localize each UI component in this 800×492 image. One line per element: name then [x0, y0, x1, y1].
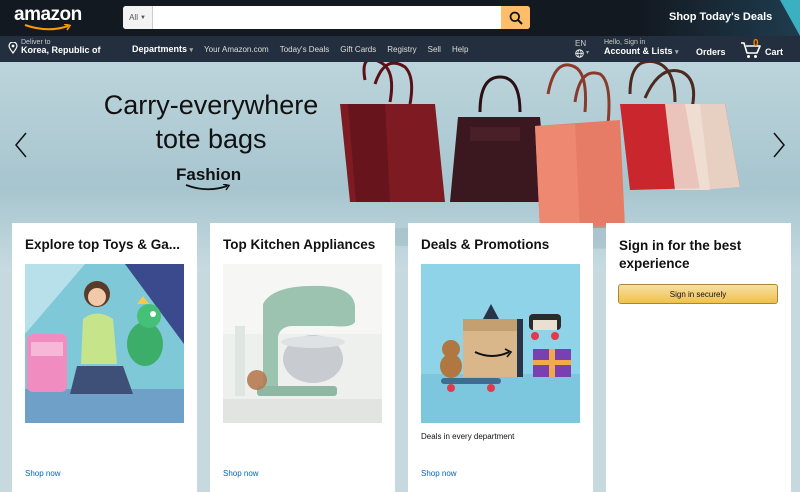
card-image-deals[interactable]	[421, 264, 580, 423]
search-category-dropdown[interactable]: All ▼	[123, 6, 153, 29]
nav-links: Departments ▾ Your Amazon.com Today's De…	[132, 44, 468, 54]
card-deals-promotions: Deals & Promotions Deals in every depart…	[408, 223, 593, 492]
promo-stripe-decoration	[780, 0, 800, 36]
account-lists-label: Account & Lists	[604, 45, 673, 56]
amazon-logo[interactable]: amazon	[14, 4, 84, 32]
card-toys-games: Explore top Toys & Ga... Shop now	[12, 223, 197, 492]
promo-text: Shop Today's Deals	[669, 11, 773, 23]
chevron-down-icon: ▾	[586, 49, 590, 56]
orders-link[interactable]: Orders	[696, 47, 726, 57]
search-button[interactable]	[501, 6, 530, 29]
signin-title: Sign in for the best experience	[619, 238, 742, 272]
deliver-to-location[interactable]: Deliver to Korea, Republic of	[8, 39, 101, 56]
card-image-toys[interactable]	[25, 264, 184, 423]
secondary-nav: Deliver to Korea, Republic of Department…	[0, 36, 800, 62]
hero-headline-line-2: tote bags	[155, 123, 267, 154]
deliver-location: Korea, Republic of	[21, 45, 101, 56]
search-bar: All ▼	[123, 6, 530, 29]
shop-now-link[interactable]: Shop now	[25, 469, 61, 478]
stand-mixer-image	[223, 264, 382, 423]
card-subtitle: Deals in every department	[421, 432, 515, 441]
cart-button[interactable]: 0 Cart	[740, 38, 796, 60]
card-kitchen-appliances: Top Kitchen Appliances Shop now	[210, 223, 395, 492]
search-input[interactable]	[154, 6, 499, 29]
carousel-next-arrow-icon[interactable]	[770, 130, 788, 160]
globe-icon	[575, 48, 584, 58]
nav-link-your-amazon[interactable]: Your Amazon.com	[204, 45, 269, 54]
sign-in-securely-button[interactable]: Sign in securely	[618, 284, 778, 304]
top-nav: amazon All ▼ Shop Today's Deals	[0, 0, 800, 36]
hero-headline: Carry-everywhere tote bags	[96, 89, 326, 157]
shop-now-link[interactable]: Shop now	[421, 469, 457, 478]
language-label: EN	[575, 39, 587, 48]
hero-headline-line-1: Carry-everywhere	[103, 90, 319, 120]
cart-label: Cart	[765, 47, 784, 57]
logo-text: amazon	[14, 4, 82, 25]
card-title: Deals & Promotions	[421, 237, 550, 252]
chevron-down-icon: ▾	[675, 48, 679, 56]
card-image-kitchen[interactable]	[223, 264, 382, 423]
nav-link-registry[interactable]: Registry	[387, 45, 416, 54]
departments-menu[interactable]: Departments ▾	[132, 44, 193, 54]
logo-smile-icon	[24, 24, 72, 31]
toys-image	[25, 264, 184, 423]
departments-label: Departments	[132, 44, 188, 54]
search-category-label: All	[129, 13, 138, 22]
account-and-lists[interactable]: Hello, Sign in Account & Lists ▾	[604, 39, 679, 57]
card-sign-in: Sign in for the best experience Sign in …	[606, 223, 791, 492]
card-title: Top Kitchen Appliances	[223, 237, 376, 252]
hero-smile-icon	[185, 184, 231, 191]
nav-link-todays-deals[interactable]: Today's Deals	[280, 45, 330, 54]
nav-link-gift-cards[interactable]: Gift Cards	[340, 45, 376, 54]
carousel-prev-arrow-icon[interactable]	[12, 130, 30, 160]
shop-now-link[interactable]: Shop now	[223, 469, 259, 478]
nav-link-sell[interactable]: Sell	[428, 45, 441, 54]
chevron-down-icon: ▾	[189, 47, 194, 54]
chevron-down-icon: ▼	[139, 14, 146, 21]
hero-brand: Fashion	[176, 165, 242, 184]
language-selector[interactable]: EN ▾	[575, 39, 589, 58]
nav-link-help[interactable]: Help	[452, 45, 468, 54]
location-pin-icon	[8, 42, 18, 54]
todays-deals-promo[interactable]: Shop Today's Deals	[640, 0, 800, 36]
search-icon	[509, 11, 523, 25]
card-title: Explore top Toys & Ga...	[25, 237, 181, 252]
deals-gift-box-image	[421, 264, 580, 423]
cart-count: 0	[753, 38, 759, 49]
